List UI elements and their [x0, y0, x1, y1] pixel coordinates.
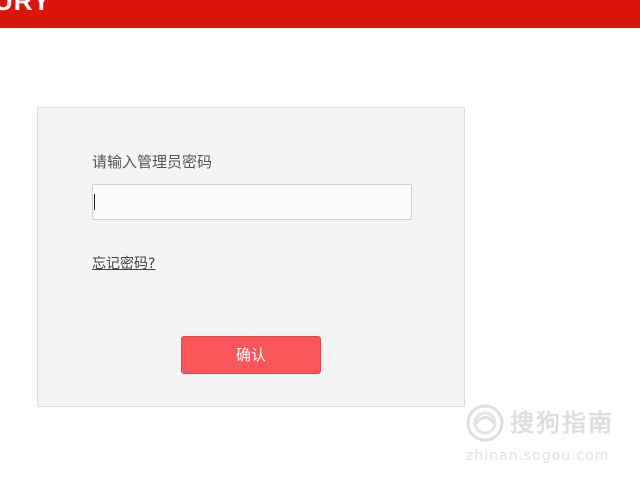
- text-cursor: [94, 194, 95, 210]
- brand-logo-text: URY: [0, 0, 51, 16]
- sogou-logo-icon: [466, 404, 504, 442]
- confirm-button[interactable]: 确认: [181, 336, 321, 374]
- top-bar: URY: [0, 0, 640, 28]
- login-panel: 请输入管理员密码 忘记密码? 确认: [37, 107, 465, 407]
- watermark-subtext: zhinan.sogou.com: [466, 448, 610, 464]
- password-prompt-label: 请输入管理员密码: [92, 153, 213, 171]
- password-input[interactable]: [92, 184, 412, 220]
- forgot-password-link[interactable]: 忘记密码?: [92, 255, 155, 273]
- watermark-text: 搜狗指南: [510, 409, 614, 437]
- watermark: 搜狗指南 zhinan.sogou.com: [466, 404, 636, 464]
